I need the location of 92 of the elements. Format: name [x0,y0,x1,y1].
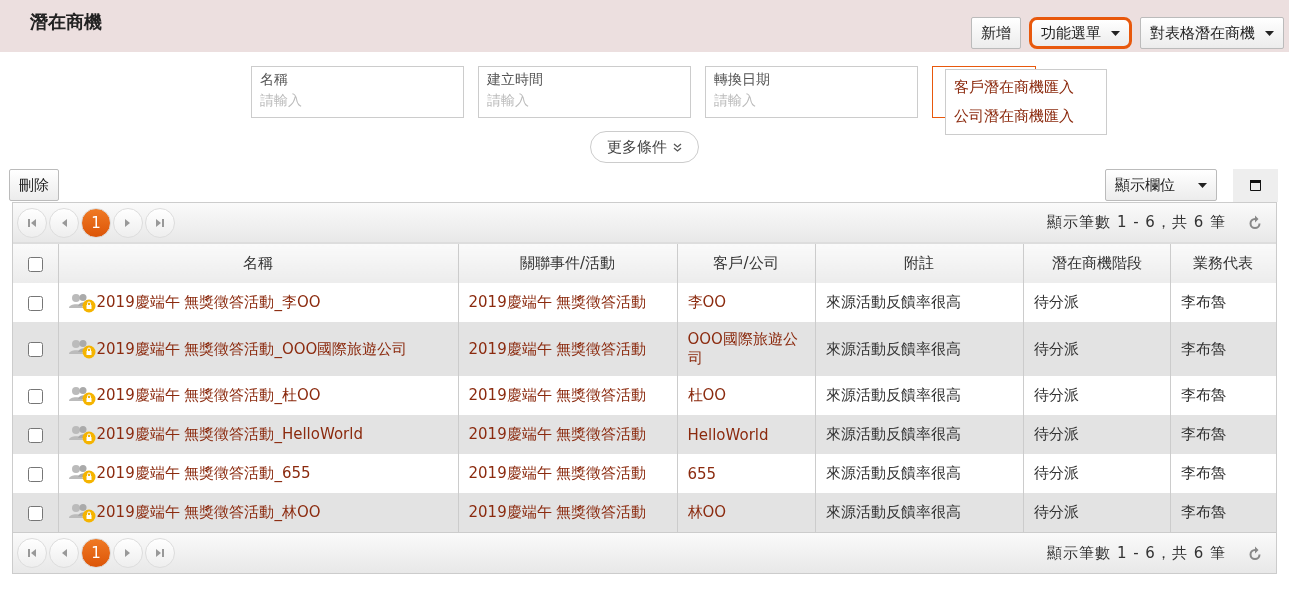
field-label: 建立時間 [487,71,544,89]
user-lock-icon [68,424,96,445]
caret-icon [1111,30,1120,36]
next-page-button[interactable] [113,538,143,568]
first-page-icon [26,216,38,229]
table-cell: 來源活動反饋率很高 [815,454,1023,493]
column-header: 潛在商機階段 [1023,244,1170,283]
column-header: 關聯事件/活動 [458,244,677,283]
user-lock-icon [68,502,96,523]
last-page-button[interactable] [145,207,175,238]
next-page-button[interactable] [113,207,143,238]
table-cell: 李布魯 [1170,493,1276,532]
table-cell: 來源活動反饋率很高 [815,283,1023,322]
user-lock-icon [68,463,96,484]
last-page-icon [154,216,166,229]
table-cell: 李布魯 [1170,322,1276,376]
dropdown-button[interactable]: 對表格潛在商機 [1140,17,1284,49]
client-link[interactable]: 李OO [677,283,815,322]
last-page-icon [154,547,166,559]
window-icon [1250,180,1261,191]
table-cell: 待分派 [1023,322,1170,376]
menu-item[interactable]: 客戶潛在商機匯入 [946,73,1106,102]
client-link[interactable]: 655 [677,454,815,493]
last-page-button[interactable] [145,538,175,568]
table-cell: 李布魯 [1170,415,1276,454]
event-link[interactable]: 2019慶端午 無獎徵答活動 [458,493,677,532]
field-label: 轉換日期 [714,71,771,89]
user-lock-icon [68,385,96,406]
opportunity-link[interactable]: 2019慶端午 無獎徵答活動_李OO [96,293,321,312]
table-cell: 待分派 [1023,283,1170,322]
maximize-button[interactable] [1233,169,1278,202]
field-label: 名稱 [260,71,289,89]
event-link[interactable]: 2019慶端午 無獎徵答活動 [458,283,677,322]
table-cell: 李布魯 [1170,283,1276,322]
column-header: 附註 [815,244,1023,283]
event-link[interactable]: 2019慶端午 無獎徵答活動 [458,376,677,415]
event-link[interactable]: 2019慶端午 無獎徵答活動 [458,454,677,493]
event-link[interactable]: 2019慶端午 無獎徵答活動 [458,415,677,454]
caret-icon [1198,182,1207,188]
previous-page-button[interactable] [49,538,79,568]
record-count: 顯示筆數 1 - 6，共 6 筆 [1047,213,1226,232]
client-link[interactable]: 杜OO [677,376,815,415]
caret-icon [1265,30,1274,36]
table-cell: 來源活動反饋率很高 [815,322,1023,376]
menu-item[interactable]: 公司潛在商機匯入 [946,102,1106,131]
row-checkbox[interactable] [27,427,43,443]
first-page-button[interactable] [17,538,47,568]
user-lock-icon [68,292,96,313]
dropdown-button[interactable]: 功能選單 [1029,17,1132,49]
add-button[interactable]: 新增 [971,17,1021,49]
row-checkbox[interactable] [27,388,43,404]
client-link[interactable]: HelloWorld [677,415,815,454]
record-count: 顯示筆數 1 - 6，共 6 筆 [1047,543,1226,563]
filter-field[interactable]: 轉換日期 請輸入 [705,66,918,118]
opportunity-link[interactable]: 2019慶端午 無獎徵答活動_OOO國際旅遊公司 [96,339,408,359]
column-header: 客戶/公司 [677,244,815,283]
refresh-icon[interactable] [1248,545,1262,561]
row-checkbox[interactable] [27,505,43,521]
row-checkbox[interactable] [27,295,43,311]
table-cell: 李布魯 [1170,376,1276,415]
table-cell: 來源活動反饋率很高 [815,493,1023,532]
previous-page-button[interactable] [49,207,79,238]
opportunity-link[interactable]: 2019慶端午 無獎徵答活動_林OO [96,503,321,522]
column-header: 業務代表 [1170,244,1276,283]
table-cell: 來源活動反饋率很高 [815,415,1023,454]
select-all-checkbox[interactable] [27,256,43,272]
filter-field[interactable]: 名稱 請輸入 [251,66,464,118]
table-cell: 李布魯 [1170,454,1276,493]
first-page-button[interactable] [17,207,47,238]
refresh-icon[interactable] [1248,215,1262,230]
row-checkbox[interactable] [27,342,43,357]
filter-field[interactable]: 建立時間 請輸入 [478,66,691,118]
row-checkbox[interactable] [27,466,43,482]
table-cell: 待分派 [1023,376,1170,415]
opportunity-link[interactable]: 2019慶端午 無獎徵答活動_HelloWorld [96,425,363,444]
page-title: 潛在商機 [30,10,102,34]
first-page-icon [26,547,38,559]
opportunity-link[interactable]: 2019慶端午 無獎徵答活動_655 [96,464,311,483]
table-cell: 待分派 [1023,493,1170,532]
column-header: 名稱 [58,244,458,283]
user-lock-icon [68,339,96,359]
opportunity-link[interactable]: 2019慶端午 無獎徵答活動_杜OO [96,386,321,405]
client-link[interactable]: 林OO [677,493,815,532]
table-cell: 待分派 [1023,415,1170,454]
client-link[interactable]: OOO國際旅遊公司 [677,322,815,376]
more-conditions-button[interactable]: 更多條件 [590,131,699,163]
event-link[interactable]: 2019慶端午 無獎徵答活動 [458,322,677,376]
columns-dropdown[interactable]: 顯示欄位 [1105,169,1217,201]
double-chevron-icon [673,142,682,152]
table-cell: 來源活動反饋率很高 [815,376,1023,415]
delete-button[interactable]: 刪除 [9,169,59,201]
table-cell: 待分派 [1023,454,1170,493]
